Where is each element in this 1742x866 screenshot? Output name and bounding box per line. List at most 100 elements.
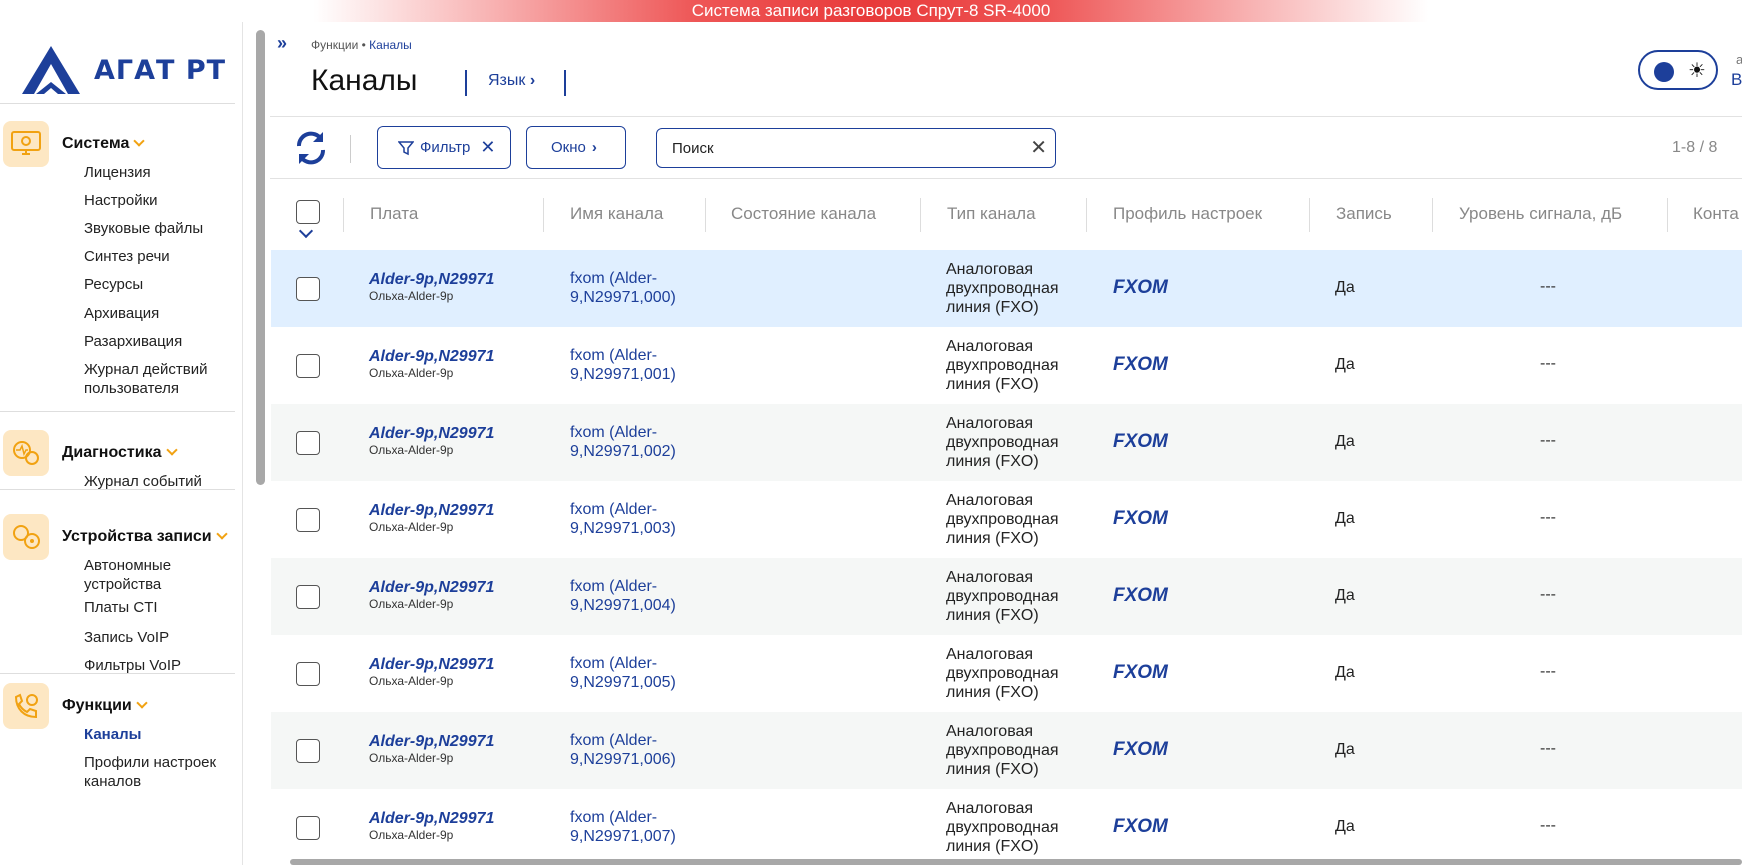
table-row[interactable]: Alder-9p,N29971 Ольха-Alder-9p fxom (Alder… [271, 404, 1742, 481]
board-sub-label: Ольха-Alder-9p [369, 597, 454, 611]
refresh-icon[interactable] [293, 130, 329, 166]
column-header-board[interactable]: Плата [370, 204, 418, 224]
sidebar-item-cti-boards[interactable]: Платы CTI [84, 598, 158, 617]
column-divider[interactable] [705, 198, 706, 232]
table-row[interactable]: Alder-9p,N29971 Ольха-Alder-9p fxom (Alder… [271, 635, 1742, 712]
recording-value: Да [1335, 818, 1355, 835]
sidebar-section-recording-devices[interactable]: Устройства записи [0, 514, 235, 560]
board-sub-label: Ольха-Alder-9p [369, 751, 454, 765]
logo-text: АГАТ РТ [94, 54, 227, 86]
column-divider[interactable] [1309, 198, 1310, 232]
column-divider[interactable] [920, 198, 921, 232]
channel-name-link[interactable]: fxom (Alder-9,N29971,005) [570, 654, 690, 692]
window-button[interactable]: Окно › [526, 126, 626, 169]
signal-level-value: --- [1540, 817, 1556, 834]
table-row[interactable]: Alder-9p,N29971 Ольха-Alder-9p fxom (Alder… [271, 558, 1742, 635]
table-row[interactable]: Alder-9p,N29971 Ольха-Alder-9p fxom (Alder… [271, 250, 1742, 327]
board-name-link[interactable]: Alder-9p,N29971 [369, 425, 494, 443]
row-checkbox[interactable] [296, 739, 320, 763]
board-name-link[interactable]: Alder-9p,N29971 [369, 502, 494, 520]
board-name-link[interactable]: Alder-9p,N29971 [369, 810, 494, 828]
table-row[interactable]: Alder-9p,N29971 Ольха-Alder-9p fxom (Alder… [271, 481, 1742, 558]
column-header-settings-profile[interactable]: Профиль настроек [1113, 204, 1262, 224]
channel-name-link[interactable]: fxom (Alder-9,N29971,007) [570, 808, 690, 846]
sidebar-scrollbar[interactable] [256, 30, 265, 485]
table-row[interactable]: Alder-9p,N29971 Ольха-Alder-9p fxom (Alder… [271, 712, 1742, 789]
expand-sidebar-icon[interactable]: » [277, 33, 287, 54]
column-header-channel-type[interactable]: Тип канала [947, 204, 1036, 224]
sidebar-section-functions[interactable]: Функции [0, 683, 235, 729]
user-menu[interactable]: В [1731, 70, 1742, 90]
settings-profile-link[interactable]: FXOM [1113, 585, 1168, 607]
sidebar-item-speech-synthesis[interactable]: Синтез речи [84, 247, 170, 266]
sidebar-item-standalone-devices[interactable]: Автономные устройства [84, 556, 214, 594]
channel-type: Аналоговая двухпроводная линия (FXO) [946, 492, 1059, 547]
table-row[interactable]: Alder-9p,N29971 Ольха-Alder-9p fxom (Alder… [271, 327, 1742, 404]
sidebar-item-settings[interactable]: Настройки [84, 191, 158, 210]
channel-name-link[interactable]: fxom (Alder-9,N29971,001) [570, 346, 690, 384]
column-header-channel-state[interactable]: Состояние канала [731, 204, 876, 224]
row-checkbox[interactable] [296, 662, 320, 686]
row-checkbox[interactable] [296, 585, 320, 609]
column-header-channel-name[interactable]: Имя канала [570, 204, 663, 224]
sun-icon: ☀ [1688, 60, 1706, 82]
board-name-link[interactable]: Alder-9p,N29971 [369, 271, 494, 289]
settings-profile-link[interactable]: FXOM [1113, 354, 1168, 376]
logo[interactable]: АГАТ РТ [18, 44, 226, 96]
channel-name-link[interactable]: fxom (Alder-9,N29971,006) [570, 731, 690, 769]
sidebar-item-resources[interactable]: Ресурсы [84, 275, 143, 294]
sidebar-divider [0, 489, 235, 490]
clear-search-icon[interactable]: ✕ [1030, 135, 1047, 160]
settings-profile-link[interactable]: FXOM [1113, 662, 1168, 684]
sidebar-section-system[interactable]: Система [0, 121, 235, 167]
settings-profile-link[interactable]: FXOM [1113, 277, 1168, 299]
column-header-contact[interactable]: Конта [1693, 204, 1739, 224]
recording-value: Да [1335, 356, 1355, 373]
board-name-link[interactable]: Alder-9p,N29971 [369, 656, 494, 674]
chevron-down-icon[interactable] [298, 223, 314, 239]
channel-name-link[interactable]: fxom (Alder-9,N29971,003) [570, 500, 690, 538]
sidebar-item-user-action-log[interactable]: Журнал действий пользователя [84, 360, 224, 398]
settings-profile-link[interactable]: FXOM [1113, 739, 1168, 761]
channel-name-link[interactable]: fxom (Alder-9,N29971,004) [570, 577, 690, 615]
language-menu[interactable]: Язык › [488, 72, 535, 90]
sidebar-item-sound-files[interactable]: Звуковые файлы [84, 219, 203, 238]
channel-name-link[interactable]: fxom (Alder-9,N29971,000) [570, 269, 690, 307]
board-name-link[interactable]: Alder-9p,N29971 [369, 733, 494, 751]
theme-toggle[interactable]: ☀ [1638, 50, 1718, 90]
settings-profile-link[interactable]: FXOM [1113, 508, 1168, 530]
sidebar-item-unarchiving[interactable]: Разархивация [84, 332, 182, 351]
channel-name-link[interactable]: fxom (Alder-9,N29971,002) [570, 423, 690, 461]
filter-button[interactable]: Фильтр ✕ [377, 126, 511, 169]
row-checkbox[interactable] [296, 816, 320, 840]
column-divider[interactable] [543, 198, 544, 232]
table-row[interactable]: Alder-9p,N29971 Ольха-Alder-9p fxom (Alder… [271, 789, 1742, 866]
sidebar-item-archiving[interactable]: Архивация [84, 304, 159, 323]
column-header-recording[interactable]: Запись [1336, 204, 1392, 224]
sidebar-item-license[interactable]: Лицензия [84, 163, 151, 182]
column-divider[interactable] [1432, 198, 1433, 232]
settings-profile-link[interactable]: FXOM [1113, 431, 1168, 453]
board-name-link[interactable]: Alder-9p,N29971 [369, 348, 494, 366]
column-header-signal-level[interactable]: Уровень сигнала, дБ [1459, 204, 1622, 224]
select-all-checkbox[interactable] [296, 200, 320, 224]
settings-profile-link[interactable]: FXOM [1113, 816, 1168, 838]
sidebar-item-voip-recording[interactable]: Запись VoIP [84, 628, 169, 647]
board-name-link[interactable]: Alder-9p,N29971 [369, 579, 494, 597]
close-icon[interactable]: ✕ [480, 137, 495, 158]
sidebar-section-diagnostics[interactable]: Диагностика [0, 430, 235, 476]
row-checkbox[interactable] [296, 277, 320, 301]
sidebar-item-channel-profiles[interactable]: Профили настроек каналов [84, 753, 224, 791]
sidebar-item-channels[interactable]: Каналы [84, 725, 141, 744]
column-divider[interactable] [1667, 198, 1668, 232]
header-divider-line [270, 116, 1742, 117]
search-input[interactable]: Поиск ✕ [656, 128, 1056, 168]
row-checkbox[interactable] [296, 354, 320, 378]
table-horizontal-scrollbar[interactable] [290, 859, 1742, 865]
logo-mark-icon [22, 46, 80, 94]
breadcrumb-parent[interactable]: Функции [311, 38, 358, 52]
row-checkbox[interactable] [296, 508, 320, 532]
row-checkbox[interactable] [296, 431, 320, 455]
column-divider[interactable] [1086, 198, 1087, 232]
banner-title: Система записи разговоров Спрут-8 SR-400… [691, 1, 1051, 20]
